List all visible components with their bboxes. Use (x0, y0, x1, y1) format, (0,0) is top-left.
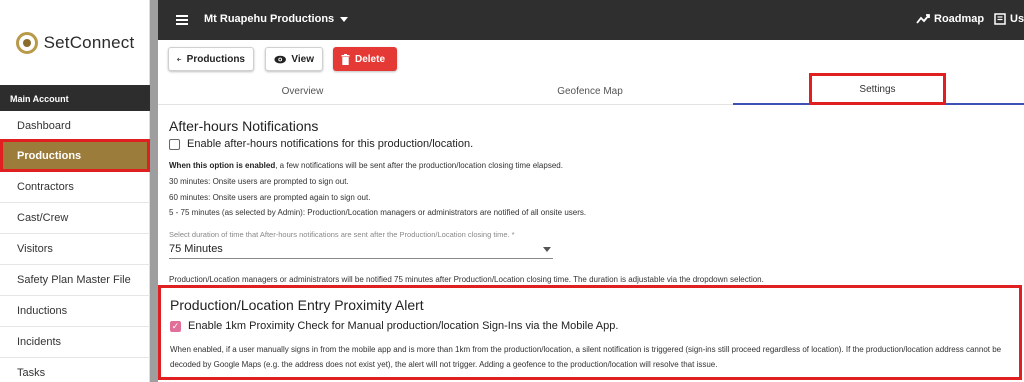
user-guide-icon (994, 13, 1006, 25)
production-name: Mt Ruapehu Productions (204, 13, 335, 25)
sidebar-item-productions[interactable]: Productions (0, 139, 150, 172)
back-button-label: Productions (186, 53, 245, 65)
proximity-checkbox-label: Enable 1km Proximity Check for Manual pr… (188, 320, 619, 332)
eye-icon (274, 55, 286, 63)
proximity-checkbox-row[interactable]: ✓ Enable 1km Proximity Check for Manual … (170, 320, 618, 332)
logo-text: SetConnect (43, 32, 135, 52)
chevron-down-icon (543, 247, 551, 252)
sidebar-scrollbar[interactable] (150, 0, 158, 382)
logo[interactable]: SetConnect (0, 0, 150, 85)
tab-geofence-map[interactable]: Geofence Map (447, 77, 733, 105)
trending-icon (916, 14, 930, 24)
sidebar-item-safety-plan[interactable]: Safety Plan Master File (0, 265, 150, 296)
sidebar-item-incidents[interactable]: Incidents (0, 327, 150, 358)
after-hours-checkbox-label: Enable after-hours notifications for thi… (187, 138, 474, 150)
trash-icon (341, 53, 350, 65)
sidebar-item-inductions[interactable]: Inductions (0, 296, 150, 327)
delete-button[interactable]: Delete (333, 47, 397, 71)
sidebar-item-cast-crew[interactable]: Cast/Crew (0, 203, 150, 234)
logo-icon (15, 31, 38, 54)
tab-overview[interactable]: Overview (158, 77, 447, 105)
sidebar-section-header: Main Account (0, 85, 150, 111)
user-label: Use (1010, 13, 1024, 25)
sidebar-item-tasks[interactable]: Tasks (0, 358, 150, 382)
back-to-productions-button[interactable]: Productions (168, 47, 254, 71)
sidebar-item-visitors[interactable]: Visitors (0, 234, 150, 265)
duration-select-value: 75 Minutes (169, 243, 223, 255)
chevron-down-icon (340, 16, 349, 22)
after-hours-line-admin: 5 - 75 minutes (as selected by Admin): P… (169, 208, 587, 217)
roadmap-label: Roadmap (934, 13, 985, 25)
proximity-checkbox[interactable]: ✓ (170, 320, 181, 332)
after-hours-checkbox-row[interactable]: Enable after-hours notifications for thi… (169, 138, 473, 150)
proximity-title: Production/Location Entry Proximity Aler… (170, 297, 424, 313)
after-hours-checkbox[interactable] (169, 138, 180, 150)
proximity-description: When enabled, if a user manually signs i… (170, 345, 1002, 369)
delete-button-label: Delete (355, 53, 386, 65)
tab-settings[interactable]: Settings (809, 73, 946, 105)
after-hours-info-rest: , a few notifications will be sent after… (275, 161, 563, 170)
after-hours-summary: Production/Location managers or administ… (169, 275, 764, 284)
production-selector[interactable]: Mt Ruapehu Productions (204, 13, 349, 25)
top-bar: Mt Ruapehu Productions Roadmap Use (158, 0, 1024, 40)
menu-icon[interactable] (176, 15, 188, 25)
sidebar: SetConnect Main Account Dashboard Produc… (0, 0, 150, 382)
after-hours-line-60: 60 minutes: Onsite users are prompted ag… (169, 193, 371, 202)
after-hours-info-bold: When this option is enabled (169, 161, 276, 170)
duration-select-label: Select duration of time that After-hours… (169, 230, 515, 239)
after-hours-line-30: 30 minutes: Onsite users are prompted to… (169, 177, 349, 186)
proximity-alert-section: Production/Location Entry Proximity Aler… (158, 285, 1022, 380)
view-button-label: View (291, 53, 314, 65)
settings-panel: After-hours Notifications Enable after-h… (158, 105, 1024, 382)
after-hours-info: When this option is enabled, a few notif… (169, 161, 563, 170)
sidebar-item-dashboard[interactable]: Dashboard (0, 111, 150, 142)
view-button[interactable]: View (265, 47, 323, 71)
roadmap-link[interactable]: Roadmap (916, 13, 984, 25)
after-hours-title: After-hours Notifications (169, 118, 319, 134)
sidebar-item-contractors[interactable]: Contractors (0, 172, 150, 203)
duration-select[interactable]: 75 Minutes (169, 241, 553, 259)
arrow-left-icon (177, 57, 182, 61)
user-menu[interactable]: Use (994, 13, 1024, 25)
